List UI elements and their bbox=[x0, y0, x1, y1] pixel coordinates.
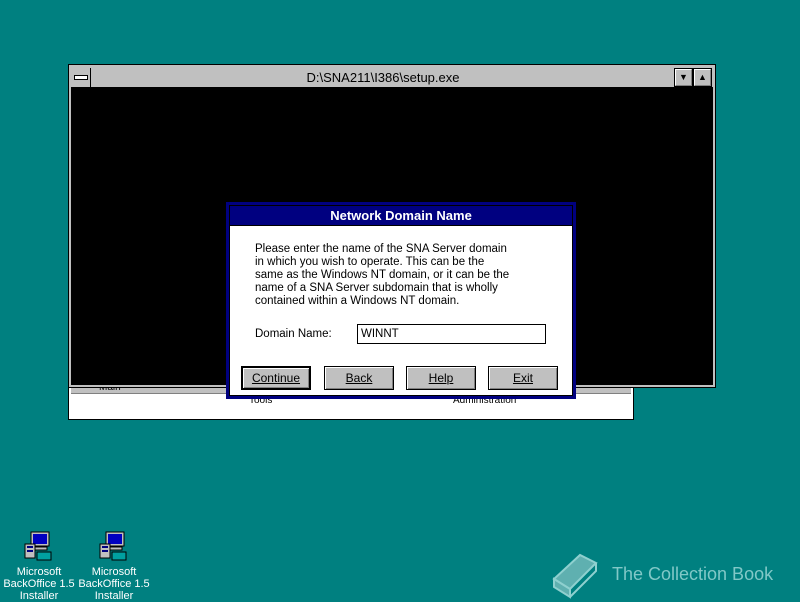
desktop-icon-label: Microsoft BackOffice 1.5 Installer bbox=[78, 566, 150, 602]
help-button[interactable]: Help bbox=[406, 366, 476, 390]
book-icon bbox=[552, 553, 598, 599]
domain-name-label: Domain Name: bbox=[255, 328, 332, 340]
dialog-buttons: Continue Back Help Exit bbox=[241, 366, 561, 390]
system-menu-button[interactable] bbox=[71, 67, 91, 87]
continue-button-label: Continue bbox=[251, 371, 301, 385]
desktop-icon-backoffice-installer-2[interactable]: Microsoft BackOffice 1.5 Installer bbox=[76, 528, 152, 602]
dialog-message: Please enter the name of the SNA Server … bbox=[255, 243, 510, 307]
watermark-text: The Collection Book bbox=[612, 563, 774, 584]
maximize-button[interactable]: ▲ bbox=[693, 67, 712, 87]
help-button-label: Help bbox=[428, 371, 454, 385]
continue-button[interactable]: Continue bbox=[241, 366, 311, 390]
watermark: The Collection Book bbox=[546, 548, 796, 600]
exit-button-label: Exit bbox=[512, 371, 533, 385]
maximize-arrow-icon: ▲ bbox=[698, 72, 707, 82]
domain-name-input[interactable] bbox=[357, 324, 546, 344]
dialog-content: Please enter the name of the SNA Server … bbox=[230, 226, 572, 395]
network-domain-dialog: Network Domain Name Please enter the nam… bbox=[226, 202, 576, 399]
installer-computer-icon bbox=[98, 530, 130, 562]
exit-button[interactable]: Exit bbox=[488, 366, 558, 390]
console-titlebar[interactable]: D:\SNA211\I386\setup.exe ▼ ▲ bbox=[71, 67, 713, 88]
dialog-frame: Network Domain Name Please enter the nam… bbox=[229, 205, 573, 396]
console-title: D:\SNA211\I386\setup.exe bbox=[306, 69, 460, 85]
minimize-button[interactable]: ▼ bbox=[674, 67, 693, 87]
system-menu-icon bbox=[73, 74, 88, 80]
desktop-icon-label: Microsoft BackOffice 1.5 Installer bbox=[3, 566, 75, 602]
back-button-label: Back bbox=[345, 371, 373, 385]
installer-computer-icon bbox=[23, 530, 55, 562]
desktop-icon-backoffice-installer-1[interactable]: Microsoft BackOffice 1.5 Installer bbox=[1, 528, 77, 602]
minimize-arrow-icon: ▼ bbox=[679, 72, 688, 82]
dialog-title: Network Domain Name bbox=[230, 206, 572, 226]
back-button[interactable]: Back bbox=[324, 366, 394, 390]
